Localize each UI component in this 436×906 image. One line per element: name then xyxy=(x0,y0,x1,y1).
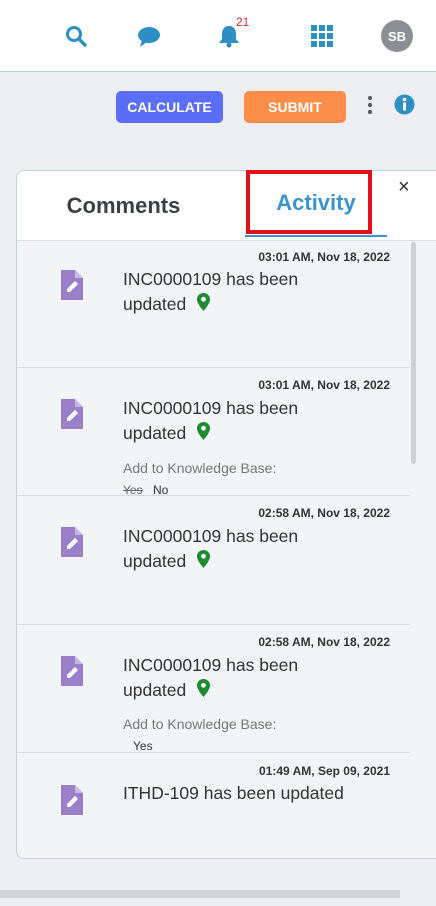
search-icon[interactable] xyxy=(64,24,88,48)
list-item: 01:49 AM, Sep 09, 2021 ITHD-109 has been… xyxy=(17,752,410,857)
location-pin-icon xyxy=(197,549,211,575)
document-edit-icon xyxy=(61,270,83,305)
document-edit-icon xyxy=(61,399,83,434)
document-edit-icon xyxy=(61,527,83,562)
horizontal-scrollbar[interactable] xyxy=(0,890,400,898)
tab-activity[interactable]: Activity xyxy=(245,171,387,237)
panel-tabs: Comments Activity xyxy=(17,171,436,241)
timestamp: 01:49 AM, Sep 09, 2021 xyxy=(259,764,390,778)
timestamp: 03:01 AM, Nov 18, 2022 xyxy=(258,378,390,392)
calculate-button[interactable]: CALCULATE xyxy=(116,91,223,123)
kb-new-value: Yes xyxy=(133,739,153,753)
tab-comments[interactable]: Comments xyxy=(17,171,230,240)
chat-icon[interactable] xyxy=(137,26,161,48)
location-pin-icon xyxy=(197,421,211,447)
activity-message: INC0000109 has been updated xyxy=(123,398,299,443)
list-item: 02:58 AM, Nov 18, 2022 INC0000109 has be… xyxy=(17,495,410,625)
kb-field-label: Add to Knowledge Base: xyxy=(123,716,277,732)
top-bar: 21 SB xyxy=(0,0,436,72)
activity-message: ITHD-109 has been updated xyxy=(123,783,344,803)
timestamp: 03:01 AM, Nov 18, 2022 xyxy=(258,250,390,264)
info-icon[interactable] xyxy=(394,94,415,120)
close-icon[interactable]: × xyxy=(398,177,410,197)
list-item: 03:01 AM, Nov 18, 2022 INC0000109 has be… xyxy=(17,367,410,497)
document-edit-icon xyxy=(61,785,83,820)
activity-message: INC0000109 has been updated xyxy=(123,269,299,314)
submit-button[interactable]: SUBMIT xyxy=(244,91,346,123)
location-pin-icon xyxy=(197,292,211,318)
avatar[interactable]: SB xyxy=(381,20,413,52)
location-pin-icon xyxy=(197,678,211,704)
document-edit-icon xyxy=(61,656,83,691)
list-item: 03:01 AM, Nov 18, 2022 INC0000109 has be… xyxy=(17,240,410,367)
activity-message: INC0000109 has been updated xyxy=(123,526,299,571)
scrollbar[interactable] xyxy=(411,242,416,464)
kb-field-label: Add to Knowledge Base: xyxy=(123,460,277,476)
apps-grid-icon[interactable] xyxy=(311,25,333,47)
more-vertical-icon[interactable] xyxy=(364,94,376,118)
timestamp: 02:58 AM, Nov 18, 2022 xyxy=(258,506,390,520)
list-item: 02:58 AM, Nov 18, 2022 INC0000109 has be… xyxy=(17,624,410,753)
activity-message: INC0000109 has been updated xyxy=(123,655,299,700)
timestamp: 02:58 AM, Nov 18, 2022 xyxy=(258,635,390,649)
notification-count-badge: 21 xyxy=(236,15,250,29)
